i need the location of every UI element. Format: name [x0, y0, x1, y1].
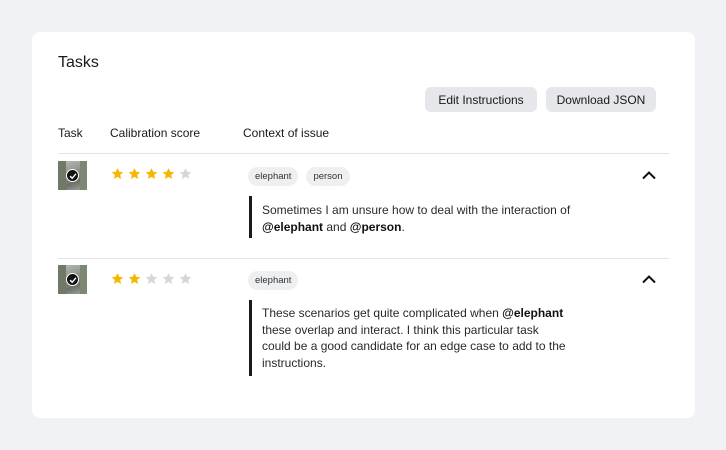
calibration-stars: [111, 167, 192, 180]
tasks-card: Tasks Edit Instructions Download JSON Ta…: [32, 32, 695, 418]
task-thumbnail[interactable]: [58, 265, 87, 294]
tag-list: elephant: [248, 271, 299, 290]
task-thumbnail[interactable]: [58, 161, 87, 190]
star-icon[interactable]: [162, 272, 175, 285]
tag-list: elephant person: [248, 167, 350, 186]
star-icon[interactable]: [179, 272, 192, 285]
star-icon[interactable]: [111, 272, 124, 285]
star-icon[interactable]: [111, 167, 124, 180]
tag-chip[interactable]: person: [306, 167, 350, 186]
star-icon[interactable]: [179, 167, 192, 180]
comment-text: .: [401, 219, 405, 234]
calibration-stars: [111, 272, 192, 285]
column-header-task: Task: [58, 126, 83, 140]
column-header-calibration-score: Calibration score: [110, 126, 201, 140]
comment-text: These scenarios get quite complicated wh…: [262, 306, 503, 320]
mention: @person: [349, 219, 402, 234]
column-header-context: Context of issue: [243, 126, 330, 140]
star-icon[interactable]: [145, 167, 158, 180]
tag-chip[interactable]: elephant: [248, 271, 299, 290]
tag-chip[interactable]: elephant: [248, 167, 299, 186]
star-icon[interactable]: [128, 167, 141, 180]
page-title: Tasks: [58, 54, 99, 71]
mention: @elephant: [502, 306, 564, 320]
comment-text: Sometimes I am unsure how to deal with t…: [262, 203, 571, 217]
star-icon[interactable]: [162, 167, 175, 180]
check-circle-icon: [66, 169, 79, 182]
edit-instructions-button[interactable]: Edit Instructions: [425, 87, 537, 112]
issue-comment: Sometimes I am unsure how to deal with t…: [249, 196, 579, 238]
check-circle-icon: [66, 273, 79, 286]
comment-text: and: [323, 219, 350, 234]
star-icon[interactable]: [128, 272, 141, 285]
issue-comment: These scenarios get quite complicated wh…: [249, 300, 569, 376]
star-icon[interactable]: [145, 272, 158, 285]
chevron-up-icon[interactable]: [641, 170, 657, 180]
comment-text: these overlap and interact. I think this…: [262, 322, 566, 370]
row-divider: [58, 258, 669, 259]
header-divider: [58, 153, 669, 154]
chevron-up-icon[interactable]: [641, 274, 657, 284]
mention: @elephant: [262, 219, 324, 234]
download-json-button[interactable]: Download JSON: [546, 87, 656, 112]
